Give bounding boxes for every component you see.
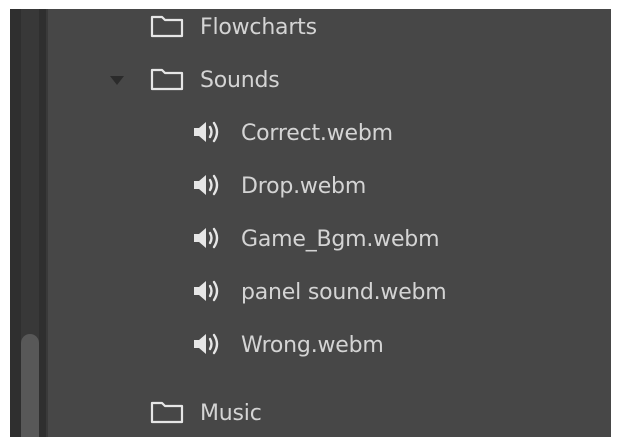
speaker-icon: [194, 333, 219, 355]
expand-caret-icon[interactable]: [110, 76, 124, 85]
folder-icon: [150, 15, 184, 38]
speaker-icon: [194, 280, 219, 302]
speaker-icon: [194, 121, 219, 143]
tree-file-panel-sound-webm[interactable]: panel sound.webm: [48, 270, 608, 314]
folder-icon: [150, 68, 184, 91]
tree-item-label: Drop.webm: [241, 173, 367, 199]
tree-file-correct-webm[interactable]: Correct.webm: [48, 111, 608, 155]
tree-item-label: Sounds: [200, 67, 280, 93]
tree-item-label: Correct.webm: [241, 120, 393, 146]
tree-folder-music[interactable]: Music: [48, 391, 608, 435]
tree-folder-sounds[interactable]: Sounds: [48, 58, 608, 102]
folder-icon: [150, 401, 184, 424]
tree-item-label: Flowcharts: [200, 14, 317, 40]
speaker-icon: [194, 227, 219, 249]
speaker-icon: [194, 174, 219, 196]
asset-tree: Flowcharts Sounds Correct.webm Drop.webm…: [10, 9, 611, 437]
tree-item-label: Music: [200, 400, 262, 426]
tree-item-label: panel sound.webm: [241, 279, 447, 305]
tree-folder-flowcharts[interactable]: Flowcharts: [48, 9, 608, 49]
tree-file-drop-webm[interactable]: Drop.webm: [48, 164, 608, 208]
tree-file-wrong-webm[interactable]: Wrong.webm: [48, 323, 608, 367]
tree-file-game-bgm-webm[interactable]: Game_Bgm.webm: [48, 217, 608, 261]
tree-item-label: Game_Bgm.webm: [241, 226, 440, 252]
asset-browser-panel: Flowcharts Sounds Correct.webm Drop.webm…: [10, 9, 611, 437]
tree-item-label: Wrong.webm: [241, 332, 384, 358]
